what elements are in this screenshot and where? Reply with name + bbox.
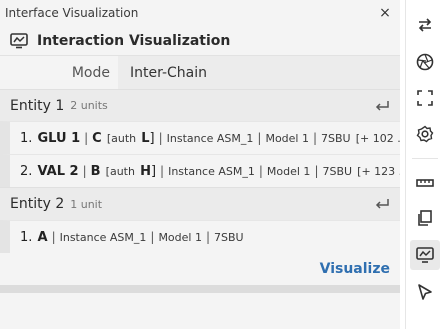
right-toolbar [405, 0, 443, 329]
return-icon[interactable] [374, 197, 390, 211]
entity-header-2: Entity 2 1 unit [0, 187, 400, 220]
auth-chain-id: L [141, 130, 150, 146]
interface-visualization-panel: Interface Visualization × Interaction Vi… [0, 0, 400, 329]
entity-unit-count: 1 unit [70, 197, 103, 211]
residue-name: GLU 1 [37, 130, 81, 146]
section-header: Interaction Visualization [0, 26, 400, 56]
model-label: Model 1 [265, 131, 309, 145]
more-indicator: [+ 123 ... [357, 164, 400, 178]
more-indicator: [+ 102 ... [355, 131, 400, 145]
model-label: Model 1 [266, 164, 311, 178]
fullscreen-icon[interactable] [415, 88, 435, 108]
auth-chain-id: H [140, 163, 151, 179]
panel-titlebar: Interface Visualization × [0, 0, 400, 26]
copy-icon[interactable] [415, 208, 435, 228]
aperture-icon[interactable] [415, 52, 435, 72]
chain-id: A [37, 229, 48, 245]
monitor-chart-icon [10, 32, 28, 48]
visualize-button[interactable]: Visualize [320, 261, 390, 277]
entity-unit-count: 2 units [70, 99, 108, 112]
instance-label: Instance ASM_1 [168, 164, 255, 178]
entity-header-1: Entity 1 2 units [0, 89, 400, 121]
mode-select[interactable]: Inter-Chain [118, 56, 400, 89]
instance-label: Instance ASM_1 [166, 131, 254, 145]
model-label: Model 1 [158, 230, 202, 244]
list-item[interactable]: 2. VAL 2 | B [auth H ] | Instance ASM_1 … [0, 154, 400, 187]
section-title: Interaction Visualization [37, 32, 231, 49]
interaction-visualization-icon[interactable] [410, 240, 440, 270]
residue-name: VAL 2 [37, 163, 79, 179]
chain-id: C [92, 130, 102, 146]
entity-name: Entity 2 [10, 196, 65, 212]
list-item[interactable]: 1. A | Instance ASM_1 | Model 1 | 7SBU [0, 220, 400, 253]
actions-row: Visualize [0, 253, 400, 285]
instance-label: Instance ASM_1 [59, 230, 147, 244]
ruler-icon[interactable] [415, 173, 435, 193]
toolbar-separator [412, 158, 438, 159]
return-icon[interactable] [374, 99, 390, 113]
swap-icon[interactable] [415, 15, 435, 35]
entity-name: Entity 1 [10, 97, 65, 114]
cursor-icon[interactable] [415, 282, 435, 302]
pdb-id: 7SBU [214, 230, 244, 244]
mode-row: Mode Inter-Chain [0, 56, 400, 89]
panel-title: Interface Visualization [5, 6, 139, 20]
panel-divider [0, 285, 400, 293]
chain-id: B [90, 163, 101, 179]
pdb-id: 7SBU [322, 164, 353, 178]
mode-label: Mode [71, 64, 110, 81]
pdb-id: 7SBU [321, 131, 351, 145]
close-icon[interactable]: × [378, 5, 392, 21]
settings-icon[interactable] [415, 124, 435, 144]
list-item[interactable]: 1. GLU 1 | C [auth L ] | Instance ASM_1 … [0, 121, 400, 154]
